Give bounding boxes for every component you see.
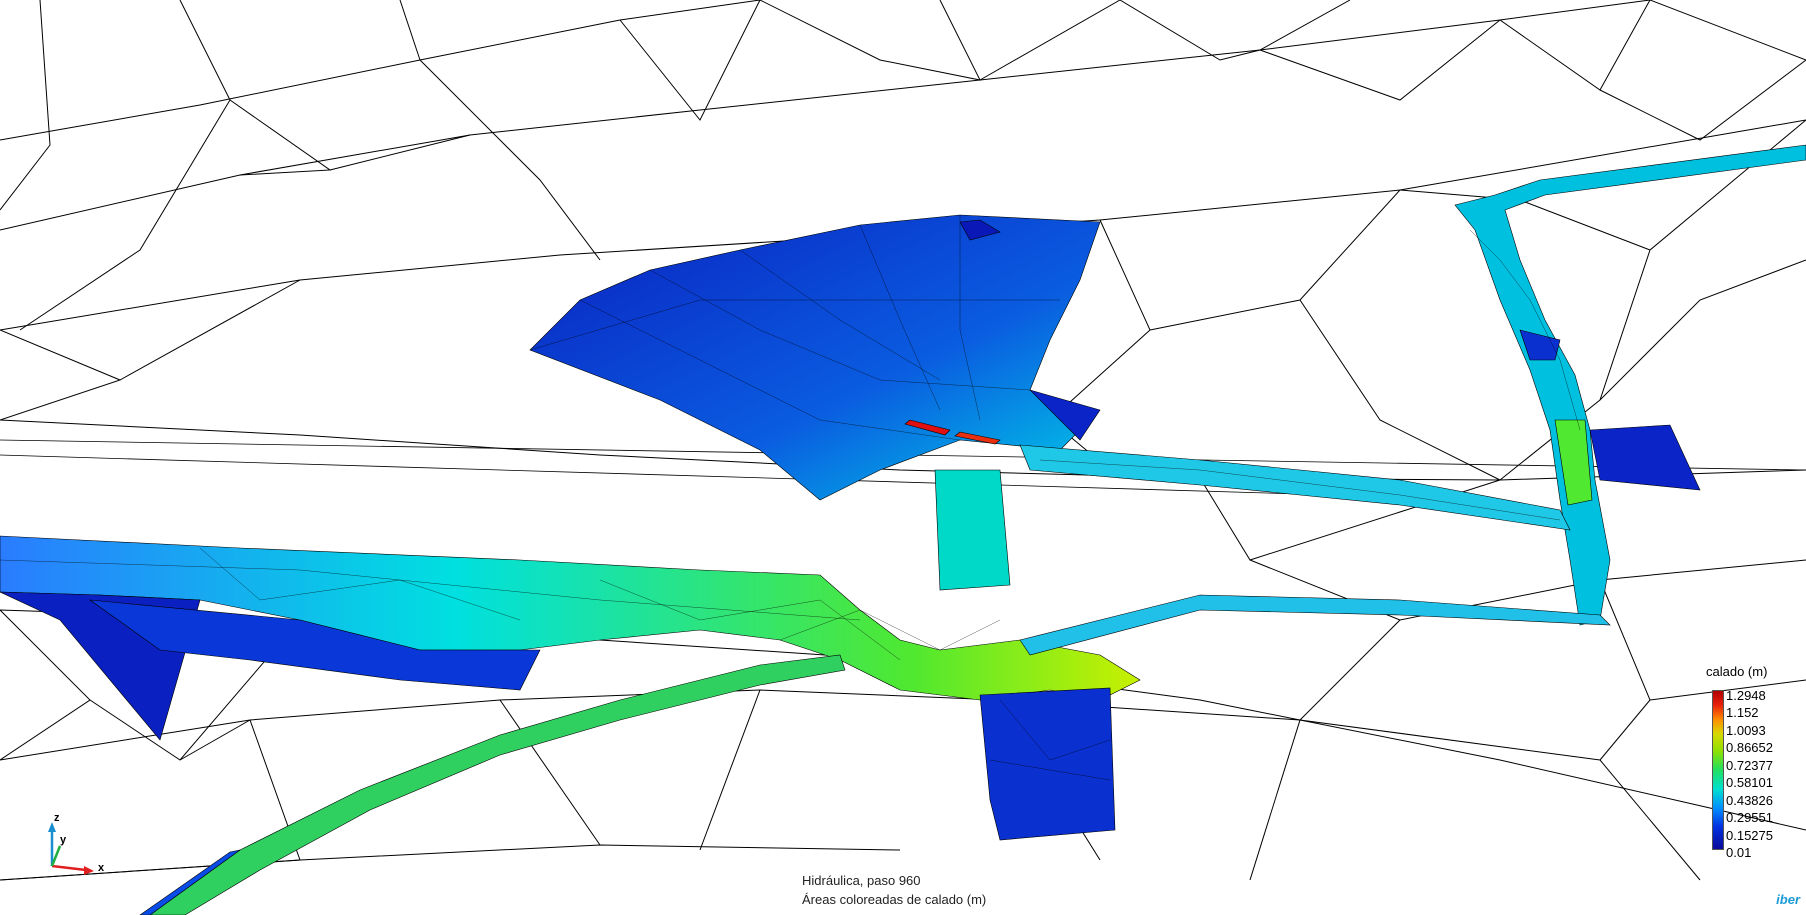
right-channel bbox=[1454, 144, 1806, 626]
flood-depth-areas bbox=[0, 144, 1806, 915]
legend-label: 0.01 bbox=[1726, 845, 1752, 860]
legend-label: 1.2948 bbox=[1726, 688, 1766, 703]
legend-label: 0.15275 bbox=[1726, 828, 1773, 843]
axis-triad bbox=[48, 822, 94, 875]
legend-label: 0.43826 bbox=[1726, 793, 1773, 808]
legend-label: 1.0093 bbox=[1726, 723, 1766, 738]
mesh-viewport[interactable] bbox=[0, 0, 1806, 915]
result-type-caption: Áreas coloreadas de calado (m) bbox=[802, 892, 987, 907]
center-connector bbox=[934, 469, 1011, 591]
axis-label-x: x bbox=[98, 862, 105, 874]
legend-label: 0.86652 bbox=[1726, 740, 1773, 755]
depth-legend: calado (m) 1.2948 1.152 1.0093 0.86652 0… bbox=[1690, 662, 1806, 872]
legend-label: 0.58101 bbox=[1726, 775, 1773, 790]
legend-label: 0.72377 bbox=[1726, 758, 1773, 773]
legend-label: 0.29551 bbox=[1726, 810, 1773, 825]
axis-label-y: y bbox=[60, 834, 67, 846]
legend-colorbar bbox=[1712, 690, 1724, 850]
bottom-channel bbox=[149, 654, 846, 915]
middle-channel bbox=[1019, 444, 1571, 531]
result-step-caption: Hidráulica, paso 960 bbox=[802, 873, 921, 888]
iber-logo: iber bbox=[1776, 892, 1800, 907]
legend-label: 1.152 bbox=[1726, 705, 1759, 720]
legend-title: calado (m) bbox=[1706, 664, 1768, 679]
lower-pit bbox=[979, 687, 1116, 841]
axis-label-z: z bbox=[54, 812, 60, 824]
